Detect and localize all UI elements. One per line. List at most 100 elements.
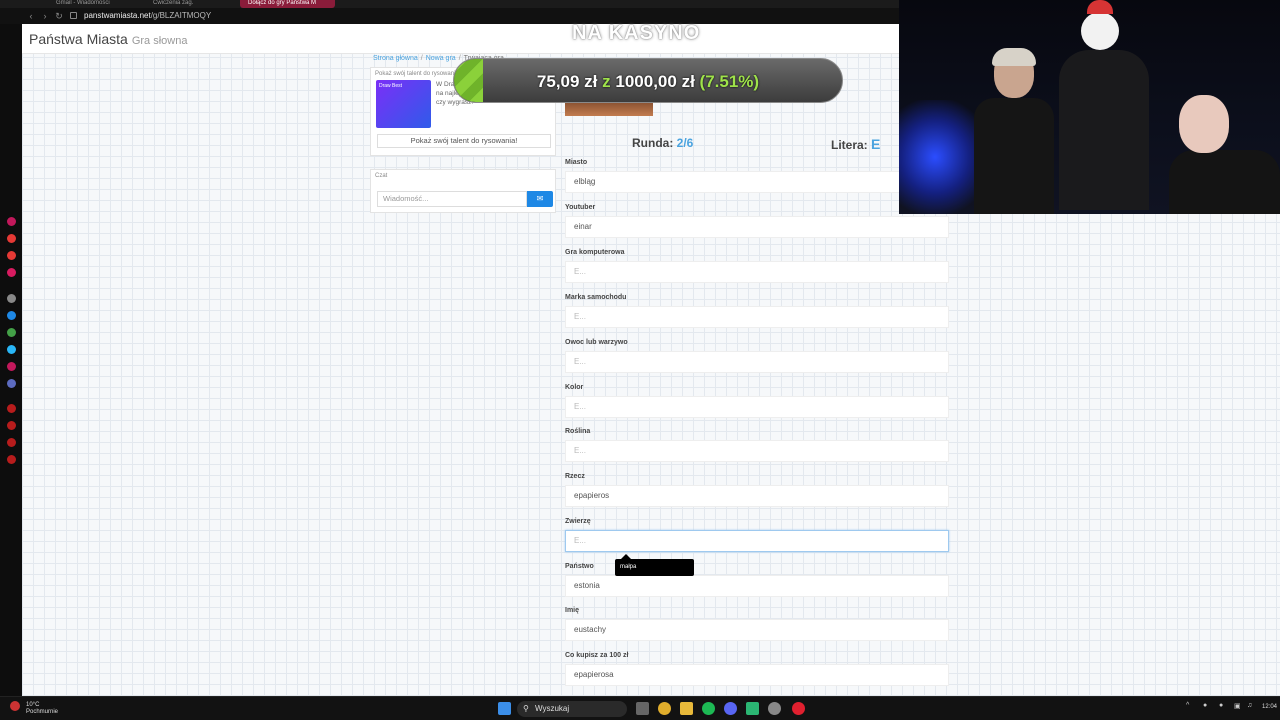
url-path: /g/BLZAITMOQY <box>150 11 212 20</box>
chrome-icon[interactable] <box>658 702 671 715</box>
field-miasto[interactable]: elbląg <box>565 171 949 193</box>
field-label-zwierze: Zwierzę <box>565 518 591 525</box>
sidebar-app-icon[interactable] <box>7 251 16 260</box>
weather-widget[interactable]: 10°C Pochmurnie <box>26 702 58 716</box>
weather-icon[interactable] <box>10 701 20 711</box>
breadcrumb-new-game[interactable]: Nowa gra <box>426 55 456 62</box>
site-title: Państwa Miasta <box>29 31 128 47</box>
browser-tab[interactable]: Ćwiczenia zag. <box>145 0 225 8</box>
file-explorer-icon[interactable] <box>680 702 693 715</box>
spotify-icon[interactable] <box>702 702 715 715</box>
chat-title: Czat <box>375 173 388 179</box>
tray-chevron-icon[interactable]: ^ <box>1186 702 1189 709</box>
reload-icon[interactable]: ↻ <box>54 11 64 21</box>
field-label-miasto: Miasto <box>565 159 588 166</box>
letter-value: E <box>871 136 881 152</box>
snowman-plush <box>1077 0 1123 50</box>
site-subtitle: Gra słowna <box>131 35 188 47</box>
field-roslina[interactable]: E... <box>565 440 949 462</box>
sidebar-app-icon[interactable] <box>7 404 16 413</box>
goal-progress-bar: 75,09 zł z 1000,00 zł (7.51%) <box>453 58 843 103</box>
site-header: Państwa Miasta Gra słowna <box>22 24 902 54</box>
field-marka-samochodu[interactable]: E... <box>565 306 949 328</box>
sidebar-app-icon[interactable] <box>7 234 16 243</box>
taskbar-search[interactable]: ⚲ Wyszukaj <box>517 701 627 717</box>
browser-sidebar <box>0 24 22 696</box>
field-gra-komputerowa[interactable]: E... <box>565 261 949 283</box>
browser-tab[interactable]: Gmail - Wiadomości <box>48 0 128 8</box>
goal-current: 75,09 zł <box>536 72 598 91</box>
screen: Gmail - Wiadomości Ćwiczenia zag. Dołącz… <box>0 0 1280 720</box>
sidebar-app-icon[interactable] <box>7 438 16 447</box>
field-owoc-lub-warzywo[interactable]: E... <box>565 351 949 373</box>
field-label-panstwo: Państwo <box>565 563 594 570</box>
settings-icon[interactable] <box>768 702 781 715</box>
back-icon[interactable]: ‹ <box>26 11 36 21</box>
field-label-rzecz: Rzecz <box>565 473 585 480</box>
sidebar-app-icon[interactable] <box>7 268 16 277</box>
gaming-chair <box>1059 50 1149 210</box>
goal-percent: (7.51%) <box>699 72 760 91</box>
field-imie[interactable]: eustachy <box>565 619 949 641</box>
instagram-icon[interactable] <box>7 362 16 371</box>
field-label-marka-samochodu: Marka samochodu <box>565 294 627 301</box>
chat-message-input[interactable]: Wiadomość... <box>377 191 527 207</box>
round-label: Runda: <box>632 136 674 150</box>
field-panstwo[interactable]: estonia <box>565 575 949 597</box>
field-label-owoc-lub-warzywo: Owoc lub warzywo <box>565 339 628 346</box>
browser-tab-active[interactable]: Dołącz do gry Państwa M <box>240 0 335 8</box>
url-host: panstwamiasta.net <box>84 11 151 20</box>
discord-icon[interactable] <box>724 702 737 715</box>
microphone-icon[interactable]: ● <box>1219 702 1223 709</box>
tray-app-icon[interactable]: ● <box>1203 702 1207 709</box>
windows-start-icon[interactable] <box>498 702 511 715</box>
taskbar: 10°C Pochmurnie ⚲ Wyszukaj ^ ● ● ▣ ♫ 12:04 <box>0 696 1280 720</box>
webcam-overlay <box>899 0 1280 214</box>
goal-target: 1000,00 zł <box>615 72 695 91</box>
lock-icon <box>70 12 77 19</box>
field-label-youtuber: Youtuber <box>565 204 596 211</box>
field-youtuber[interactable]: einar <box>565 216 949 238</box>
app-icon[interactable] <box>746 702 759 715</box>
telegram-icon[interactable] <box>7 345 16 354</box>
search-icon: ⚲ <box>523 704 529 713</box>
messenger-icon[interactable] <box>7 311 16 320</box>
sidebar-app-icon[interactable] <box>7 455 16 464</box>
field-label-co-kupisz: Co kupisz za 100 zł <box>565 652 629 659</box>
goal-of: z <box>602 72 611 91</box>
field-label-imie: Imię <box>565 607 580 614</box>
round-indicator: Runda: 2/6 <box>632 136 693 150</box>
chatgpt-icon[interactable] <box>7 294 16 303</box>
forward-icon[interactable]: › <box>40 11 50 21</box>
site-logo[interactable]: Państwa Miasta Gra słowna <box>29 31 187 47</box>
monitor-icon[interactable]: ▣ <box>1234 702 1241 710</box>
round-value: 2/6 <box>676 136 694 150</box>
send-icon[interactable]: ✉ <box>527 191 553 207</box>
weather-desc: Pochmurnie <box>26 709 59 715</box>
sidebar-app-icon[interactable] <box>7 421 16 430</box>
weather-temp: 10°C <box>26 702 40 708</box>
opera-gx-icon[interactable] <box>792 702 805 715</box>
task-view-icon[interactable] <box>636 702 649 715</box>
field-rzecz[interactable]: epapieros <box>565 485 949 507</box>
whatsapp-icon[interactable] <box>7 328 16 337</box>
field-label-kolor: Kolor <box>565 384 584 391</box>
draw-best-thumbnail[interactable]: Draw Best <box>376 80 431 128</box>
field-label-roslina: Roślina <box>565 428 591 435</box>
breadcrumb-home[interactable]: Strona główna <box>373 55 418 62</box>
autocomplete-tooltip[interactable]: małpa <box>615 554 694 576</box>
taskbar-search-label: Wyszukaj <box>535 704 570 713</box>
discord-icon[interactable] <box>7 379 16 388</box>
streamer-left <box>974 48 1054 214</box>
url-field[interactable]: panstwamiasta.net/g/BLZAITMOQY <box>84 10 211 22</box>
field-label-gra-komputerowa: Gra komputerowa <box>565 249 625 256</box>
opera-icon[interactable] <box>7 217 16 226</box>
field-kolor[interactable]: E... <box>565 396 949 418</box>
clock[interactable]: 12:04 <box>1262 704 1277 710</box>
draw-best-button[interactable]: Pokaż swój talent do rysowania! <box>377 134 551 148</box>
ad-thumb-title: Draw Best <box>379 83 403 89</box>
field-co-kupisz[interactable]: epapierosa <box>565 664 949 686</box>
letter-label: Litera: <box>831 138 868 152</box>
volume-icon[interactable]: ♫ <box>1247 702 1252 709</box>
field-zwierze[interactable]: E... <box>565 530 949 552</box>
